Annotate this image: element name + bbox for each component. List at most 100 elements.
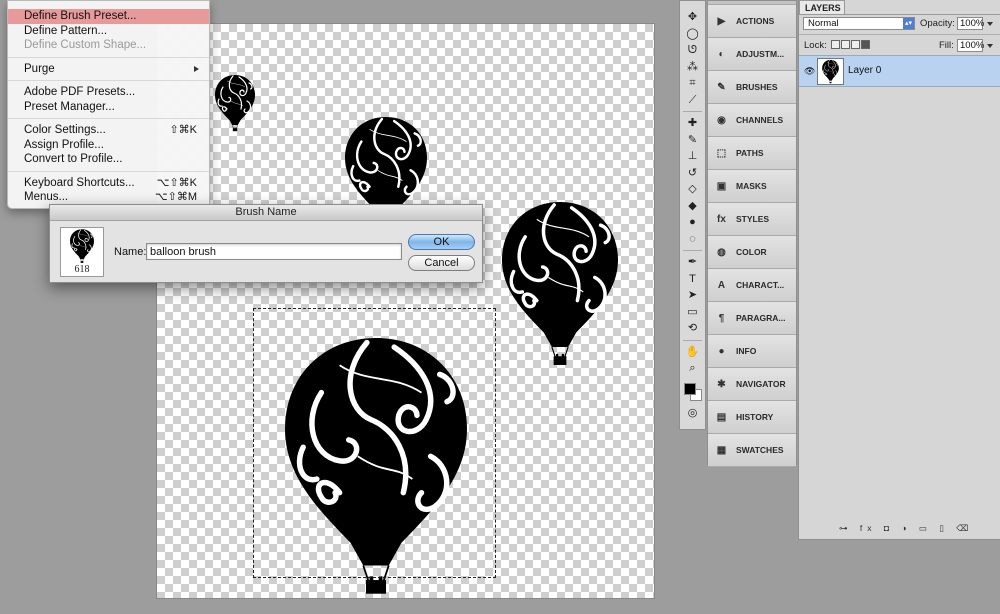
layer-thumbnail-icon [821,59,840,84]
document-canvas[interactable] [157,24,654,598]
menu-item-menus[interactable]: Menus... ⌥⇧⌘M [8,190,209,205]
zoom-tool-icon[interactable]: ⌕ [680,360,705,377]
styles-icon: fx [717,213,726,225]
menu-item-define-brush-preset[interactable]: Define Brush Preset... [8,9,209,24]
cancel-button[interactable]: Cancel [408,255,475,271]
ok-button[interactable]: OK [408,234,475,250]
dock-item-character[interactable]: A CHARACT... [708,269,796,302]
paint-bucket-tool-icon[interactable]: ◆ [680,198,705,215]
visibility-eye-icon[interactable]: 👁 [804,66,815,77]
dock-item-navigator[interactable]: ✱ NAVIGATOR [708,368,796,401]
menu-separator [8,118,209,119]
eraser-tool-icon[interactable]: ◇ [680,181,705,198]
dock-item-adjustments[interactable]: ◐ ADJUSTM... [708,38,796,71]
dock-item-actions[interactable]: ▶ ACTIONS [708,5,796,38]
tools-panel: ✥ ◯ ᘎ ⁂ ⌗ ⟋ ✚ ✎ ⊥ ↺ ◇ ◆ ● ◌ ✒ T ➤ ▭ ⟲ ✋ … [679,0,706,430]
lock-all-icon[interactable] [861,40,870,49]
blend-mode-select[interactable]: Normal ▴▾ [803,17,915,30]
brush-preview-icon [69,228,95,264]
masks-icon: ▣ [716,180,727,192]
history-icon: ▤ [716,411,727,423]
menu-shortcut: ⇧⌘K [169,124,197,136]
menu-item-convert-to-profile[interactable]: Convert to Profile... [8,152,209,167]
marquee-tool-icon[interactable]: ◯ [680,26,705,43]
fill-dropdown-icon[interactable] [987,44,993,48]
dodge-tool-icon[interactable]: ◌ [680,231,705,248]
menu-separator [8,80,209,81]
lasso-tool-icon[interactable]: ᘎ [680,42,705,59]
type-tool-icon[interactable]: T [680,271,705,288]
lock-pixels-icon[interactable] [841,40,850,49]
menu-item-adobe-pdf-presets[interactable]: Adobe PDF Presets... [8,85,209,100]
magic-wand-tool-icon[interactable]: ⁂ [680,59,705,76]
menu-item-define-custom-shape: Define Custom Shape... [24,39,147,51]
character-icon: A [717,279,726,291]
dock-item-paths[interactable]: ⬚ PATHS [708,137,796,170]
clone-stamp-tool-icon[interactable]: ⊥ [680,148,705,165]
path-selection-tool-icon[interactable]: ➤ [680,287,705,304]
menu-separator [8,56,209,58]
layer-thumbnail [817,58,844,85]
brush-tool-icon[interactable]: ✎ [680,132,705,149]
hand-tool-icon[interactable]: ✋ [680,344,705,361]
navigator-icon: ✱ [717,378,726,390]
tab-layers[interactable]: LAYERS [799,0,845,15]
channels-icon: ◉ [717,114,726,126]
adjustments-icon: ◐ [718,48,725,60]
tab-strip [799,14,1000,15]
healing-brush-tool-icon[interactable]: ✚ [680,115,705,132]
dock-item-info[interactable]: ● INFO [708,335,796,368]
move-tool-icon[interactable]: ✥ [680,9,705,26]
paths-icon: ⬚ [716,147,727,159]
fill-field[interactable]: 100% [957,39,984,52]
dock-item-brushes[interactable]: ✎ BRUSHES [708,71,796,104]
opacity-field[interactable]: 100% [957,17,984,30]
panel-dock: ▶ ACTIONS ◐ ADJUSTM... ✎ BRUSHES ◉ CHANNELS … [707,0,797,467]
info-icon: ● [718,345,725,357]
shape-tool-icon[interactable]: ▭ [680,304,705,321]
pen-tool-icon[interactable]: ✒ [680,254,705,271]
dock-item-masks[interactable]: ▣ MASKS [708,170,796,203]
lock-options [831,40,871,51]
menu-shortcut: ⌥⇧⌘K [156,176,197,189]
dock-item-color[interactable]: ◍ COLOR [708,236,796,269]
selection-marquee [253,308,496,578]
lock-position-icon[interactable] [851,40,860,49]
fill-label: Fill: [939,40,954,51]
tool-separator [683,111,702,112]
crop-tool-icon[interactable]: ⌗ [680,75,705,92]
history-brush-tool-icon[interactable]: ↺ [680,165,705,182]
layers-panel: LAYERS Normal ▴▾ Opacity: 100% Lock: Fil… [798,0,1000,540]
layer-name[interactable]: Layer 0 [848,65,881,76]
actions-icon: ▶ [717,15,726,27]
tool-separator [683,250,702,251]
name-label: Name: [114,246,147,258]
menu-item-assign-profile[interactable]: Assign Profile... [8,138,209,153]
lock-transparency-icon[interactable] [831,40,840,49]
menu-item-preset-manager[interactable]: Preset Manager... [8,100,209,115]
quick-mask-icon[interactable]: ◎ [680,405,705,422]
dock-item-swatches[interactable]: ▦ SWATCHES [708,434,796,467]
layer-row[interactable]: 👁 Layer 0 [799,55,1000,87]
color-icon: ◍ [717,246,726,258]
submenu-arrow-icon [194,65,199,72]
dock-item-paragraph[interactable]: ¶ PARAGRA... [708,302,796,335]
blur-tool-icon[interactable]: ● [680,214,705,231]
opacity-dropdown-icon[interactable] [987,22,993,26]
brush-name-input[interactable] [146,243,402,260]
brush-size-label: 618 [74,264,90,275]
dock-item-styles[interactable]: fx STYLES [708,203,796,236]
3d-rotate-tool-icon[interactable]: ⟲ [680,320,705,337]
menu-item-keyboard-shortcuts[interactable]: Keyboard Shortcuts... ⌥⇧⌘K [8,176,209,191]
menu-item-purge[interactable]: Purge [8,62,209,77]
dock-item-history[interactable]: ▤ HISTORY [708,401,796,434]
dock-item-channels[interactable]: ◉ CHANNELS [708,104,796,137]
tool-separator [683,339,702,341]
swatches-icon: ▦ [716,444,727,456]
foreground-color-swatch[interactable] [684,383,696,395]
menu-shortcut: ⌥⇧⌘M [154,191,197,203]
menu-item-define-pattern[interactable]: Define Pattern... [8,24,209,39]
layer-footer-icons[interactable]: ⊶ fx ◘ ◑ ▭ ▯ ⌫ [839,523,973,534]
eyedropper-tool-icon[interactable]: ⟋ [680,92,705,109]
menu-item-color-settings[interactable]: Color Settings... ⇧⌘K [8,123,209,138]
